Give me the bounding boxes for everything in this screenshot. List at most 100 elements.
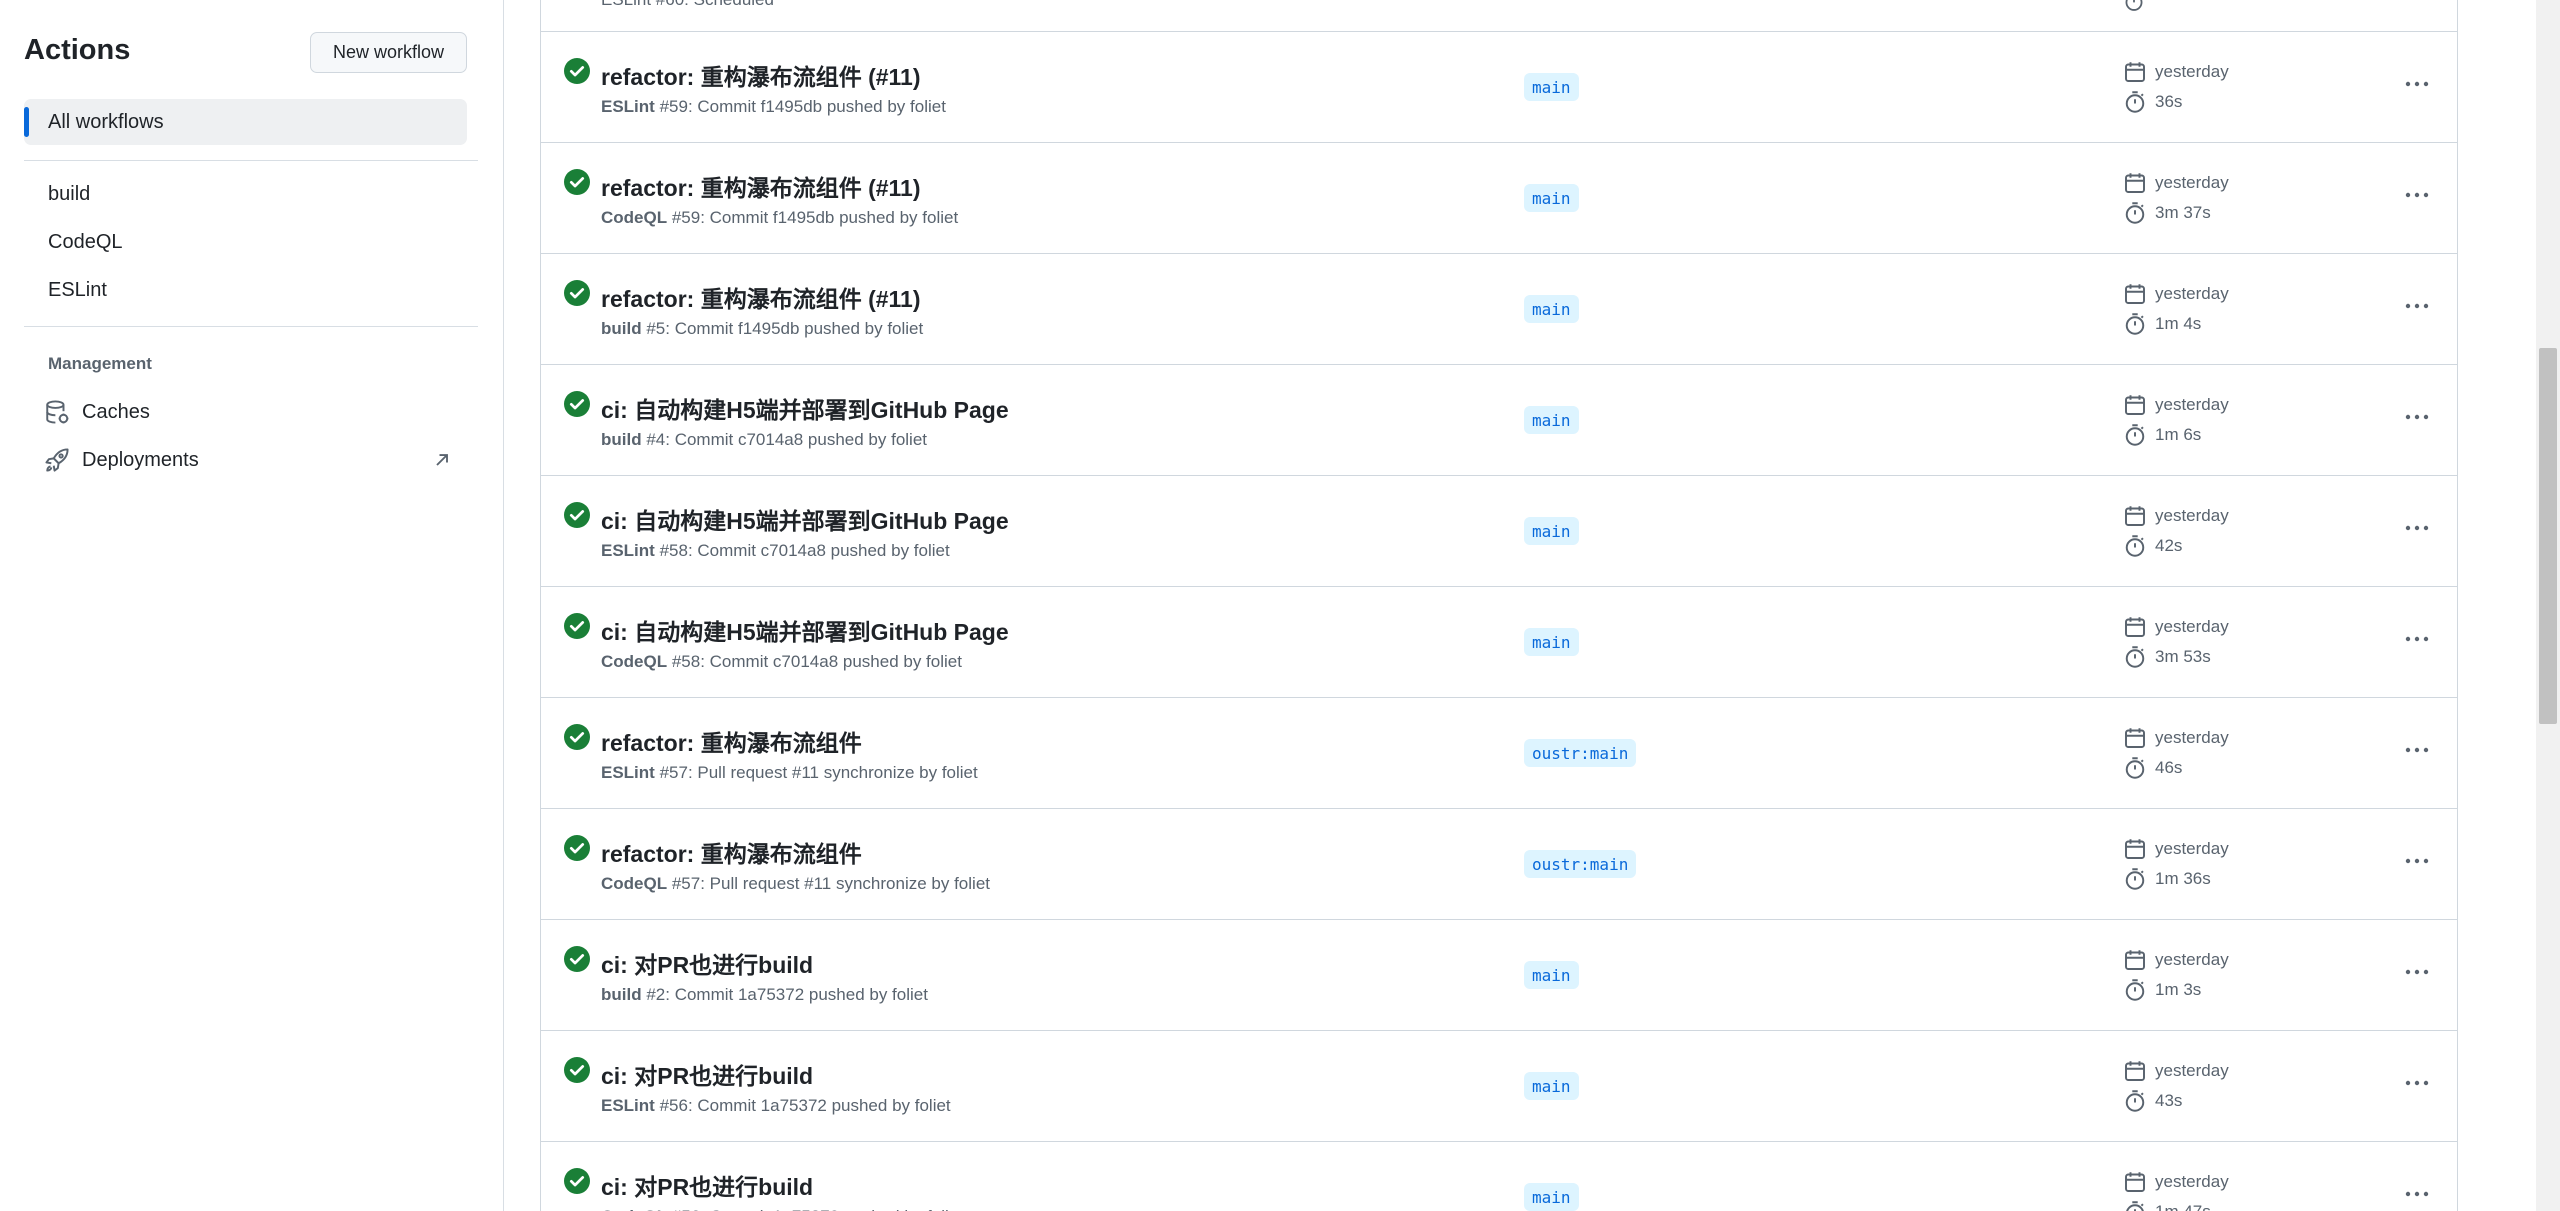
run-duration: 1m 6s — [2123, 423, 2201, 447]
run-detail: #5: Commit f1495db pushed by foliet — [646, 319, 924, 338]
run-workflow-name: ESLint — [601, 541, 655, 560]
run-title-link[interactable]: ci: 对PR也进行build — [601, 1057, 813, 1091]
stopwatch-icon — [2123, 201, 2155, 225]
run-detail: #59: Commit f1495db pushed by foliet — [671, 208, 959, 227]
run-duration: 46s — [2123, 756, 2182, 780]
table-row[interactable]: ci: 自动构建H5端并部署到GitHub Page CodeQL #58: Co… — [541, 587, 2457, 698]
run-title-link[interactable]: refactor: 重构瀑布流组件 — [601, 835, 862, 869]
run-title-link[interactable]: ci: 自动构建H5端并部署到GitHub Page — [601, 613, 1009, 647]
kebab-menu-button[interactable] — [2397, 178, 2437, 212]
kebab-menu-button[interactable] — [2397, 955, 2437, 989]
run-duration: 1m 36s — [2123, 867, 2211, 891]
run-title-link[interactable]: refactor: 重构瀑布流组件 (#11) — [601, 58, 921, 92]
run-title-link[interactable]: ci: 自动构建H5端并部署到GitHub Page — [601, 502, 1009, 536]
kebab-menu-button[interactable] — [2397, 67, 2437, 101]
sidebar-item-eslint[interactable]: ESLint — [48, 279, 107, 302]
calendar-icon — [2123, 171, 2155, 195]
kebab-menu-button[interactable] — [2397, 400, 2437, 434]
run-subtitle: build #2: Commit 1a75372 pushed by folie… — [601, 985, 928, 1005]
run-subtitle: ESLint #57: Pull request #11 synchronize… — [601, 763, 978, 783]
branch-label[interactable]: main — [1524, 961, 1579, 989]
calendar-icon — [2123, 948, 2155, 972]
branch-label[interactable]: oustr:main — [1524, 739, 1637, 767]
run-title-link[interactable]: ci: 对PR也进行build — [601, 1168, 813, 1202]
run-detail: #2: Commit 1a75372 pushed by foliet — [646, 985, 928, 1004]
table-row[interactable]: ci: 自动构建H5端并部署到GitHub Page ESLint #58: Co… — [541, 476, 2457, 587]
branch-label[interactable]: main — [1524, 295, 1579, 323]
branch-label[interactable]: main — [1524, 628, 1579, 656]
run-workflow-name: build — [601, 985, 642, 1004]
run-duration: 3m 37s — [2123, 201, 2211, 225]
run-detail: #56: Commit 1a75372 pushed by foliet — [672, 1207, 963, 1211]
success-check-icon — [564, 502, 590, 528]
run-date-text: yesterday — [2155, 950, 2229, 969]
run-workflow-name: CodeQL — [601, 1207, 667, 1211]
run-title-link[interactable]: ci: 自动构建H5端并部署到GitHub Page — [601, 391, 1009, 425]
run-workflow-name: build — [601, 319, 642, 338]
run-title-link[interactable]: refactor: 重构瀑布流组件 (#11) — [601, 169, 921, 203]
table-row[interactable]: refactor: 重构瀑布流组件 CodeQL #57: Pull reques… — [541, 809, 2457, 920]
table-row[interactable]: ci: 自动构建H5端并部署到GitHub Page build #4: Comm… — [541, 365, 2457, 476]
table-row[interactable]: ci: 对PR也进行build ESLint #56: Commit 1a7537… — [541, 1031, 2457, 1142]
table-row[interactable]: refactor: 重构瀑布流组件 (#11) ESLint #59: Commi… — [541, 32, 2457, 143]
new-workflow-button[interactable]: New workflow — [310, 32, 467, 73]
run-detail: #4: Commit c7014a8 pushed by foliet — [646, 430, 928, 449]
branch-label[interactable]: main — [1524, 73, 1579, 101]
branch-label[interactable]: main — [1524, 184, 1579, 212]
run-date: yesterday — [2123, 615, 2229, 639]
kebab-horizontal-icon — [2404, 746, 2430, 754]
calendar-icon — [2123, 504, 2155, 528]
run-workflow-name: ESLint — [601, 1096, 655, 1115]
kebab-menu-button[interactable] — [2397, 1066, 2437, 1100]
stopwatch-icon — [2123, 1200, 2155, 1211]
external-link-icon — [432, 450, 452, 470]
run-title-link[interactable]: refactor: 重构瀑布流组件 (#11) — [601, 280, 921, 314]
sidebar-item-codeql[interactable]: CodeQL — [48, 231, 123, 254]
kebab-horizontal-icon — [2404, 80, 2430, 88]
scrollbar-thumb[interactable] — [2539, 348, 2557, 724]
run-detail: #59: Commit f1495db pushed by foliet — [659, 97, 946, 116]
run-date: yesterday — [2123, 726, 2229, 750]
run-duration-text: 1m 36s — [2155, 869, 2211, 888]
kebab-menu-button[interactable] — [2397, 622, 2437, 656]
stopwatch-icon — [2123, 645, 2155, 669]
run-duration: 43s — [2123, 1089, 2182, 1113]
run-date: yesterday — [2123, 282, 2229, 306]
calendar-icon — [2123, 615, 2155, 639]
success-check-icon — [564, 391, 590, 417]
run-workflow-name: CodeQL — [601, 208, 668, 227]
sidebar-item-build[interactable]: build — [48, 183, 90, 206]
run-detail: #58: Commit c7014a8 pushed by foliet — [659, 541, 950, 560]
sidebar-item-deployments[interactable]: Deployments — [44, 445, 199, 475]
kebab-menu-button[interactable] — [2397, 844, 2437, 878]
table-row[interactable]: ci: 对PR也进行build build #2: Commit 1a75372 … — [541, 920, 2457, 1031]
sidebar-item-caches[interactable]: Caches — [44, 397, 150, 427]
table-row[interactable]: refactor: 重构瀑布流组件 ESLint #57: Pull reques… — [541, 698, 2457, 809]
table-row[interactable]: ESLint #60: Scheduled — [541, 0, 2457, 32]
branch-label[interactable]: main — [1524, 1072, 1579, 1100]
table-row[interactable]: refactor: 重构瀑布流组件 (#11) build #5: Commit … — [541, 254, 2457, 365]
run-date: yesterday — [2123, 504, 2229, 528]
kebab-menu-button[interactable] — [2397, 289, 2437, 323]
sidebar-item-all-workflows[interactable]: All workflows — [24, 99, 467, 145]
kebab-menu-button[interactable] — [2397, 733, 2437, 767]
stopwatch-icon — [2123, 1089, 2155, 1113]
branch-label[interactable]: main — [1524, 1183, 1579, 1211]
branch-label[interactable]: oustr:main — [1524, 850, 1637, 878]
run-subtitle: ESLint #59: Commit f1495db pushed by fol… — [601, 97, 946, 117]
branch-label[interactable]: main — [1524, 406, 1579, 434]
calendar-icon — [2123, 393, 2155, 417]
run-workflow-name: ESLint — [601, 97, 655, 116]
table-row[interactable]: ci: 对PR也进行build CodeQL #56: Commit 1a7537… — [541, 1142, 2457, 1211]
table-row[interactable]: refactor: 重构瀑布流组件 (#11) CodeQL #59: Commi… — [541, 143, 2457, 254]
run-duration: 42s — [2123, 534, 2182, 558]
kebab-menu-button[interactable] — [2397, 511, 2437, 545]
calendar-icon — [2123, 1170, 2155, 1194]
run-detail: #58: Commit c7014a8 pushed by foliet — [671, 652, 962, 671]
kebab-horizontal-icon — [2404, 1190, 2430, 1198]
kebab-horizontal-icon — [2404, 1079, 2430, 1087]
branch-label[interactable]: main — [1524, 517, 1579, 545]
kebab-menu-button[interactable] — [2397, 1177, 2437, 1211]
run-title-link[interactable]: ci: 对PR也进行build — [601, 946, 813, 980]
run-title-link[interactable]: refactor: 重构瀑布流组件 — [601, 724, 862, 758]
